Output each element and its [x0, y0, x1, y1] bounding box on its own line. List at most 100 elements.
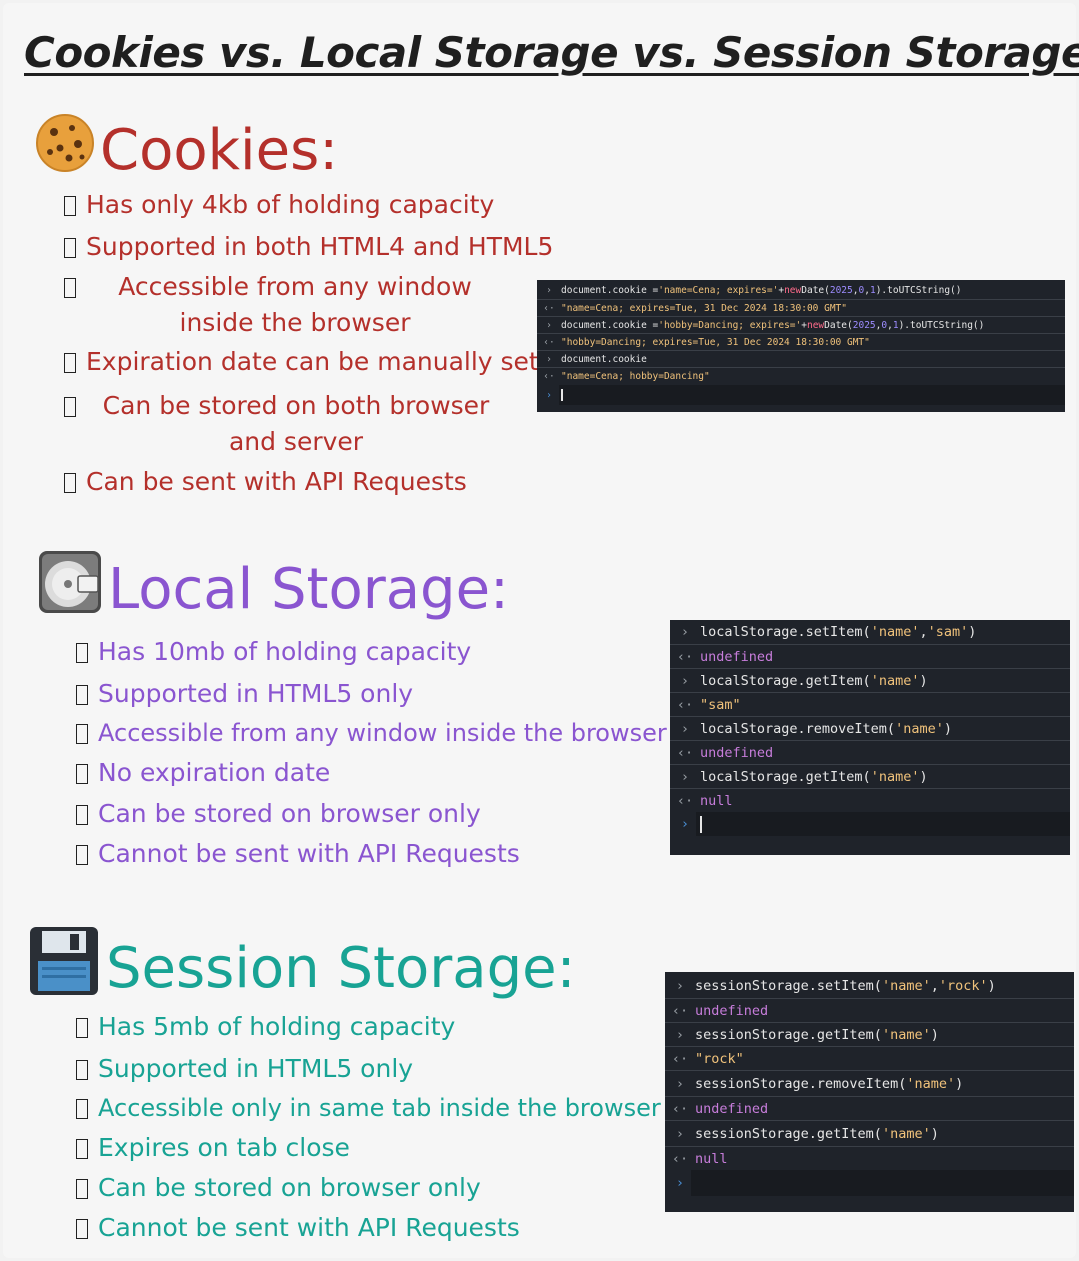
prompt-icon: ›: [546, 389, 552, 401]
cookies-item: Expiration date can be manually set: [64, 347, 539, 377]
prompt-icon: ›: [546, 354, 552, 365]
prompt-icon: ›: [680, 769, 690, 785]
return-arrow-icon: ‹·: [671, 1051, 689, 1067]
checkbox-placeholder-icon: [64, 353, 76, 373]
console-row: ‹· undefined: [670, 740, 1070, 765]
checkbox-placeholder-icon: [64, 278, 76, 298]
prompt-icon: ›: [680, 673, 690, 689]
local-storage-item: Has 10mb of holding capacity: [76, 637, 471, 667]
console-row: ‹· "rock": [665, 1046, 1074, 1071]
return-arrow-icon: ‹·: [543, 337, 555, 348]
prompt-icon: ›: [680, 721, 690, 737]
checkbox-placeholder-icon: [76, 1219, 88, 1239]
prompt-icon: ›: [546, 285, 552, 296]
cookies-item: Supported in both HTML4 and HTML5: [64, 232, 553, 262]
return-arrow-icon: ‹·: [676, 745, 694, 761]
return-arrow-icon: ‹·: [671, 1151, 689, 1167]
console-row: ‹· "name=Cena; hobby=Dancing": [537, 367, 1065, 385]
checkbox-placeholder-icon: [76, 643, 88, 663]
console-input-row: ›: [670, 812, 1070, 836]
checkbox-placeholder-icon: [76, 724, 88, 744]
return-arrow-icon: ‹·: [676, 697, 694, 713]
console-row: ‹· null: [670, 788, 1070, 813]
checkbox-placeholder-icon: [76, 1099, 88, 1119]
local-storage-item: Supported in HTML5 only: [76, 679, 413, 709]
session-storage-item: Supported in HTML5 only: [76, 1054, 413, 1084]
console-row: › sessionStorage.getItem('name'): [665, 1022, 1074, 1047]
cookies-heading: Cookies:: [34, 112, 338, 188]
prompt-icon: ›: [546, 320, 552, 331]
console-row: › localStorage.removeItem('name'): [670, 716, 1070, 741]
console-row: ‹· undefined: [665, 1096, 1074, 1121]
page-title: Cookies vs. Local Storage vs. Session St…: [24, 28, 1079, 77]
session-storage-item: Has 5mb of holding capacity: [76, 1012, 455, 1042]
local-storage-console: › localStorage.setItem('name', 'sam') ‹·…: [670, 620, 1070, 855]
console-row: ‹· "name=Cena; expires=Tue, 31 Dec 2024 …: [537, 299, 1065, 317]
session-storage-item: Accessible only in same tab inside the b…: [76, 1093, 661, 1123]
cookies-item: Can be sent with API Requests: [64, 467, 467, 497]
cookies-item: Can be stored on both browser and server: [64, 391, 514, 460]
checkbox-placeholder-icon: [64, 196, 76, 216]
cookies-console: › document.cookie = 'name=Cena; expires=…: [537, 280, 1065, 412]
checkbox-placeholder-icon: [76, 845, 88, 865]
checkbox-placeholder-icon: [76, 1139, 88, 1159]
checkbox-placeholder-icon: [76, 1179, 88, 1199]
floppy-disk-icon: [28, 925, 100, 1011]
prompt-icon: ›: [680, 624, 690, 640]
local-storage-item: No expiration date: [76, 758, 330, 788]
checkbox-placeholder-icon: [64, 238, 76, 258]
prompt-icon: ›: [675, 1175, 685, 1191]
local-storage-item: Can be stored on browser only: [76, 799, 481, 829]
local-storage-heading-text: Local Storage:: [108, 556, 509, 622]
console-input-row: ›: [665, 1170, 1074, 1196]
checkbox-placeholder-icon: [64, 397, 76, 417]
text-cursor: [700, 815, 702, 833]
prompt-icon: ›: [675, 1027, 685, 1043]
console-row: ‹· "sam": [670, 692, 1070, 717]
return-arrow-icon: ‹·: [676, 649, 694, 665]
cookies-item: Accessible from any window inside the br…: [64, 272, 504, 341]
prompt-icon: ›: [675, 978, 685, 994]
console-row: › localStorage.setItem('name', 'sam'): [670, 620, 1070, 644]
return-arrow-icon: ‹·: [671, 1003, 689, 1019]
console-row: ‹· "hobby=Dancing; expires=Tue, 31 Dec 2…: [537, 333, 1065, 351]
session-storage-heading-text: Session Storage:: [106, 935, 576, 1001]
return-arrow-icon: ‹·: [543, 303, 555, 314]
local-storage-heading: Local Storage:: [38, 550, 509, 628]
return-arrow-icon: ‹·: [543, 371, 555, 382]
session-storage-heading: Session Storage:: [28, 925, 575, 1011]
console-row: › document.cookie = 'name=Cena; expires=…: [537, 282, 1065, 299]
local-storage-item: Cannot be sent with API Requests: [76, 839, 520, 869]
prompt-icon: ›: [675, 1126, 685, 1142]
local-storage-item: Accessible from any window inside the br…: [76, 718, 667, 748]
console-row: ‹· undefined: [665, 998, 1074, 1023]
console-row: › localStorage.getItem('name'): [670, 764, 1070, 789]
cookies-item: Has only 4kb of holding capacity: [64, 190, 494, 220]
text-cursor: [561, 389, 563, 401]
console-row: ‹· null: [665, 1146, 1074, 1171]
checkbox-placeholder-icon: [76, 764, 88, 784]
console-input-row: ›: [537, 385, 1065, 405]
console-row: ‹· undefined: [670, 644, 1070, 669]
checkbox-placeholder-icon: [76, 1018, 88, 1038]
disk-drive-icon: [38, 550, 102, 628]
cookies-heading-text: Cookies:: [100, 117, 339, 183]
session-storage-console: › sessionStorage.setItem('name', 'rock')…: [665, 972, 1074, 1212]
console-row: › document.cookie: [537, 350, 1065, 368]
session-storage-item: Expires on tab close: [76, 1133, 350, 1163]
return-arrow-icon: ‹·: [671, 1101, 689, 1117]
console-row: › sessionStorage.removeItem('name'): [665, 1070, 1074, 1097]
prompt-icon: ›: [680, 816, 690, 832]
prompt-icon: ›: [675, 1076, 685, 1092]
return-arrow-icon: ‹·: [676, 793, 694, 809]
console-row: › localStorage.getItem('name'): [670, 668, 1070, 693]
session-storage-item: Cannot be sent with API Requests: [76, 1213, 520, 1243]
cookie-icon: [34, 112, 96, 188]
checkbox-placeholder-icon: [76, 685, 88, 705]
checkbox-placeholder-icon: [76, 1060, 88, 1080]
console-row: › sessionStorage.setItem('name', 'rock'): [665, 974, 1074, 998]
checkbox-placeholder-icon: [64, 473, 76, 493]
checkbox-placeholder-icon: [76, 805, 88, 825]
console-row: › sessionStorage.getItem('name'): [665, 1120, 1074, 1147]
session-storage-item: Can be stored on browser only: [76, 1173, 481, 1203]
